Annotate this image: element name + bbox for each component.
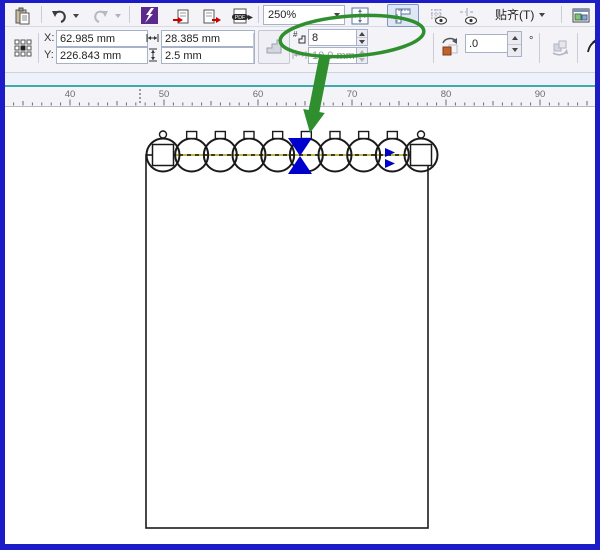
ornament-hanger xyxy=(300,130,313,140)
ornament-hanger xyxy=(329,130,341,140)
ornament-hanger xyxy=(158,130,168,139)
ornament-hanger xyxy=(357,130,370,140)
ornament-hanger xyxy=(185,130,198,140)
application-window: PDF 250% 贴齐(T) X: 62.985 mm Y: 226.843 m… xyxy=(0,0,600,550)
ornament-hanger xyxy=(243,130,255,140)
ornament-hanger xyxy=(271,130,284,140)
control-object-handle[interactable] xyxy=(151,143,175,167)
ornament-hanger xyxy=(386,130,399,140)
ornament-hanger xyxy=(214,130,227,140)
app-area: PDF 250% 贴齐(T) X: 62.985 mm Y: 226.843 m… xyxy=(5,3,595,544)
blend-acceleration-handle[interactable] xyxy=(385,159,395,168)
drawing-layer[interactable] xyxy=(5,3,595,544)
ornament-hanger xyxy=(416,130,426,139)
page-rectangle[interactable] xyxy=(145,154,429,529)
control-object-handle[interactable] xyxy=(409,143,433,167)
